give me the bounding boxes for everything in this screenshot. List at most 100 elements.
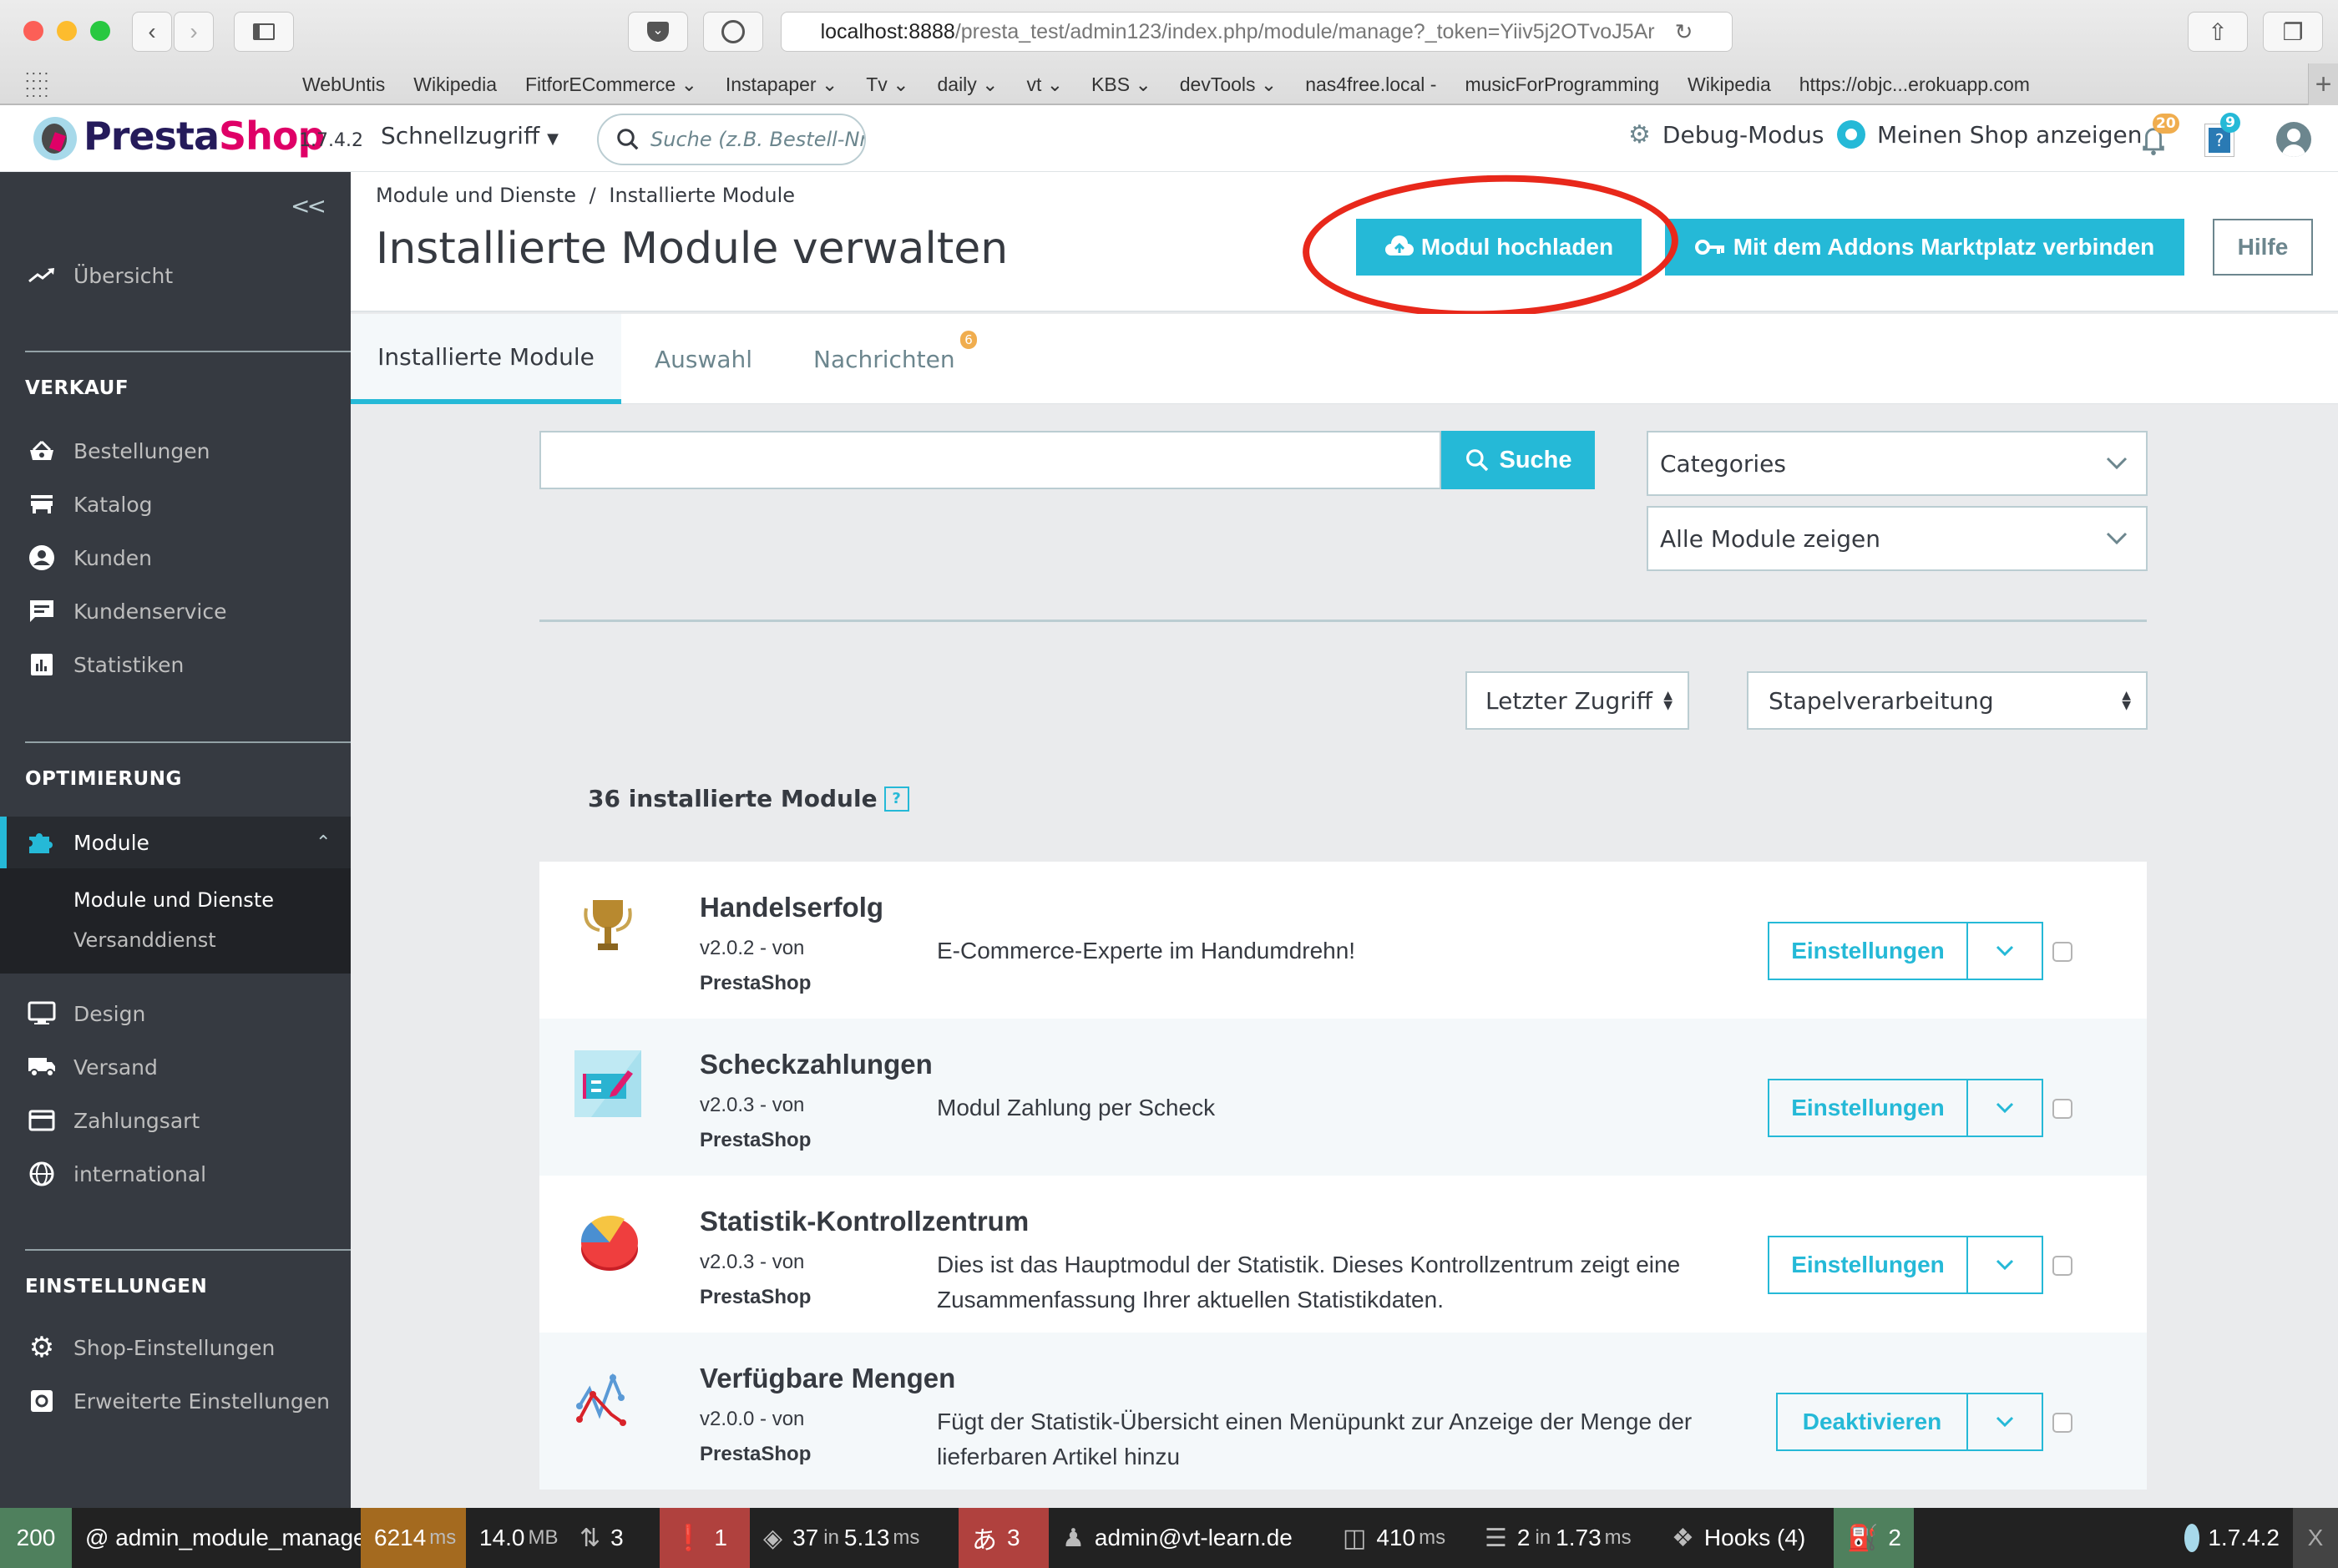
sidebar-item-shop-settings[interactable]: ⚙ Shop-Einstellungen (0, 1324, 351, 1371)
sidebar-item-international[interactable]: international (0, 1151, 351, 1197)
bulk-action-select[interactable]: Stapelverarbeitung ▲ ▼ (1747, 671, 2148, 730)
tabs-overview-button[interactable]: ❐ (2263, 12, 2323, 52)
bookmark-item[interactable]: devTools ⌄ (1180, 73, 1277, 96)
debug-doctrine[interactable]: ⛽ 2 (1834, 1508, 1914, 1568)
bookmark-item[interactable]: Wikipedia (413, 73, 497, 96)
close-window-button[interactable] (23, 21, 43, 41)
module-select-checkbox[interactable] (2052, 1256, 2072, 1276)
quick-access-dropdown[interactable]: Schnellzugriff ▼ (381, 122, 559, 149)
sidebar-item-shipping[interactable]: Versand (0, 1044, 351, 1090)
bookmark-item[interactable]: Instapaper ⌄ (726, 73, 838, 96)
chevron-down-icon (1996, 945, 2014, 957)
module-action-dropdown-toggle[interactable] (1968, 1394, 2042, 1449)
status-select[interactable]: Alle Module zeigen (1647, 506, 2148, 571)
debug-errors[interactable]: ❗ 1 (660, 1508, 750, 1568)
module-row: Statistik-Kontrollzentrum v2.0.3 - von P… (539, 1176, 2147, 1333)
help-button[interactable]: ? 9 (2204, 113, 2240, 157)
module-select-checkbox[interactable] (2052, 1099, 2072, 1119)
view-shop-link[interactable]: Meinen Shop anzeigen (1837, 120, 2142, 149)
module-action-button[interactable]: Einstellungen (1769, 1237, 1968, 1292)
user-avatar[interactable] (2276, 122, 2311, 157)
debug-route[interactable]: @ admin_module_manage (72, 1508, 367, 1568)
debug-redirects[interactable]: ⇅ 3 (566, 1508, 660, 1568)
sidebar-item-design[interactable]: Design (0, 990, 351, 1037)
submenu-module-und-dienste[interactable]: Module und Dienste (73, 888, 274, 912)
tab-selection[interactable]: Auswahl (655, 314, 752, 404)
bookmark-item[interactable]: WebUntis (302, 73, 385, 96)
bulk-action-select-value: Stapelverarbeitung (1769, 686, 1994, 715)
prestashop-logo[interactable]: PrestaShop (84, 114, 325, 159)
bookmark-item[interactable]: daily ⌄ (937, 73, 998, 96)
module-action-dropdown-toggle[interactable] (1968, 1237, 2042, 1292)
submenu-versanddienst[interactable]: Versanddienst (73, 928, 216, 952)
module-search-input[interactable] (539, 431, 1441, 489)
sidebar-item-advanced-settings[interactable]: Erweiterte Einstellungen (0, 1378, 351, 1424)
bookmark-item[interactable]: nas4free.local - (1305, 73, 1436, 96)
sort-select[interactable]: Letzter Zugriff ▲ ▼ (1465, 671, 1689, 730)
sidebar-item-modules[interactable]: Module ⌃ (0, 817, 351, 868)
module-action-button[interactable]: Deaktivieren (1778, 1394, 1968, 1449)
pocket-button[interactable]: ⌄ (628, 12, 688, 52)
module-search-button[interactable]: Suche (1441, 431, 1595, 489)
password-button[interactable] (703, 12, 763, 52)
collapse-sidebar-button[interactable]: << (291, 192, 326, 220)
module-action-dropdown-toggle[interactable] (1968, 1080, 2042, 1136)
module-author: PrestaShop (700, 1286, 812, 1308)
tab-installed-modules[interactable]: Installierte Module (351, 314, 621, 404)
tab-notifications-label: Nachrichten (813, 345, 955, 373)
module-action-button[interactable]: Einstellungen (1769, 1080, 1968, 1136)
upload-module-button[interactable]: Modul hochladen (1356, 219, 1642, 276)
address-bar[interactable]: localhost:8888/presta_test/admin123/inde… (781, 12, 1733, 52)
breadcrumb-item[interactable]: Module und Dienste (376, 184, 576, 207)
debug-hooks[interactable]: ❖ Hooks (4) (1658, 1508, 1834, 1568)
bookmark-item[interactable]: vt ⌄ (1026, 73, 1063, 96)
module-select-checkbox[interactable] (2052, 1413, 2072, 1433)
sidebar-item-orders[interactable]: Bestellungen (0, 427, 351, 474)
bookmark-label: Wikipedia (1688, 73, 1771, 95)
bookmark-item[interactable]: musicForProgramming (1465, 73, 1659, 96)
layers-icon: ◈ (763, 1524, 783, 1552)
debug-time[interactable]: 6214 ms (361, 1508, 466, 1568)
bookmark-item[interactable]: https://objc...erokuapp.com (1799, 73, 2030, 96)
debug-status-code[interactable]: 200 (0, 1508, 72, 1568)
debug-cache[interactable]: ☰ 2 in 1.73 ms (1471, 1508, 1658, 1568)
minimize-window-button[interactable] (57, 21, 77, 41)
sidebar-item-catalog[interactable]: Katalog (0, 481, 351, 528)
module-action-button[interactable]: Einstellungen (1769, 923, 1968, 979)
module-select-checkbox[interactable] (2052, 942, 2072, 962)
addons-connect-button[interactable]: Mit dem Addons Marktplatz verbinden (1665, 219, 2184, 276)
tab-notifications[interactable]: Nachrichten 6 (813, 314, 977, 404)
module-action-dropdown-toggle[interactable] (1968, 923, 2042, 979)
sidebar-item-overview[interactable]: Übersicht (0, 252, 351, 299)
bookmark-item[interactable]: Wikipedia (1688, 73, 1771, 96)
sidebar-item-stats[interactable]: Statistiken (0, 641, 351, 688)
reload-icon[interactable]: ↻ (1675, 19, 1693, 45)
header-search-field[interactable]: Suche (z.B. Bestell-Nr., Kundenname...) (597, 114, 866, 165)
new-tab-button[interactable]: + (2308, 63, 2338, 105)
debug-close-button[interactable]: X (2293, 1508, 2338, 1568)
sidebar-item-payment[interactable]: Zahlungsart (0, 1097, 351, 1144)
sidebar-item-customer-service[interactable]: Kundenservice (0, 588, 351, 635)
debug-translations[interactable]: あ3 (959, 1508, 1049, 1568)
debug-render-time[interactable]: ◫ 410 ms (1329, 1508, 1471, 1568)
share-button[interactable]: ⇧ (2188, 12, 2248, 52)
sidebar-item-customers[interactable]: Kunden (0, 534, 351, 581)
debug-queries[interactable]: ◈ 37 in 5.13 ms (750, 1508, 959, 1568)
forward-button[interactable]: › (174, 12, 214, 52)
debug-ps-version[interactable]: 1.7.4.2 (2171, 1508, 2293, 1568)
categories-select[interactable]: Categories (1647, 431, 2148, 496)
notifications-button[interactable]: 20 (2139, 114, 2179, 159)
debug-redirects-value: 3 (610, 1525, 624, 1550)
help-page-button[interactable]: Hilfe (2213, 219, 2313, 276)
help-question-icon[interactable]: ? (883, 786, 909, 812)
debug-user[interactable]: ♟ admin@vt-learn.de (1049, 1508, 1329, 1568)
bookmark-item[interactable]: Tv ⌄ (866, 73, 908, 96)
sidebar-toggle-button[interactable] (234, 12, 294, 52)
debug-mode-link[interactable]: ⚙ Debug-Modus (1628, 120, 1824, 149)
debug-memory[interactable]: 14.0 MB (466, 1508, 566, 1568)
bookmark-item[interactable]: FitforECommerce ⌄ (525, 73, 697, 96)
zoom-window-button[interactable] (90, 21, 110, 41)
bookmark-item[interactable]: KBS ⌄ (1091, 73, 1151, 96)
back-button[interactable]: ‹ (132, 12, 172, 52)
bookmark-label: KBS (1091, 73, 1131, 95)
